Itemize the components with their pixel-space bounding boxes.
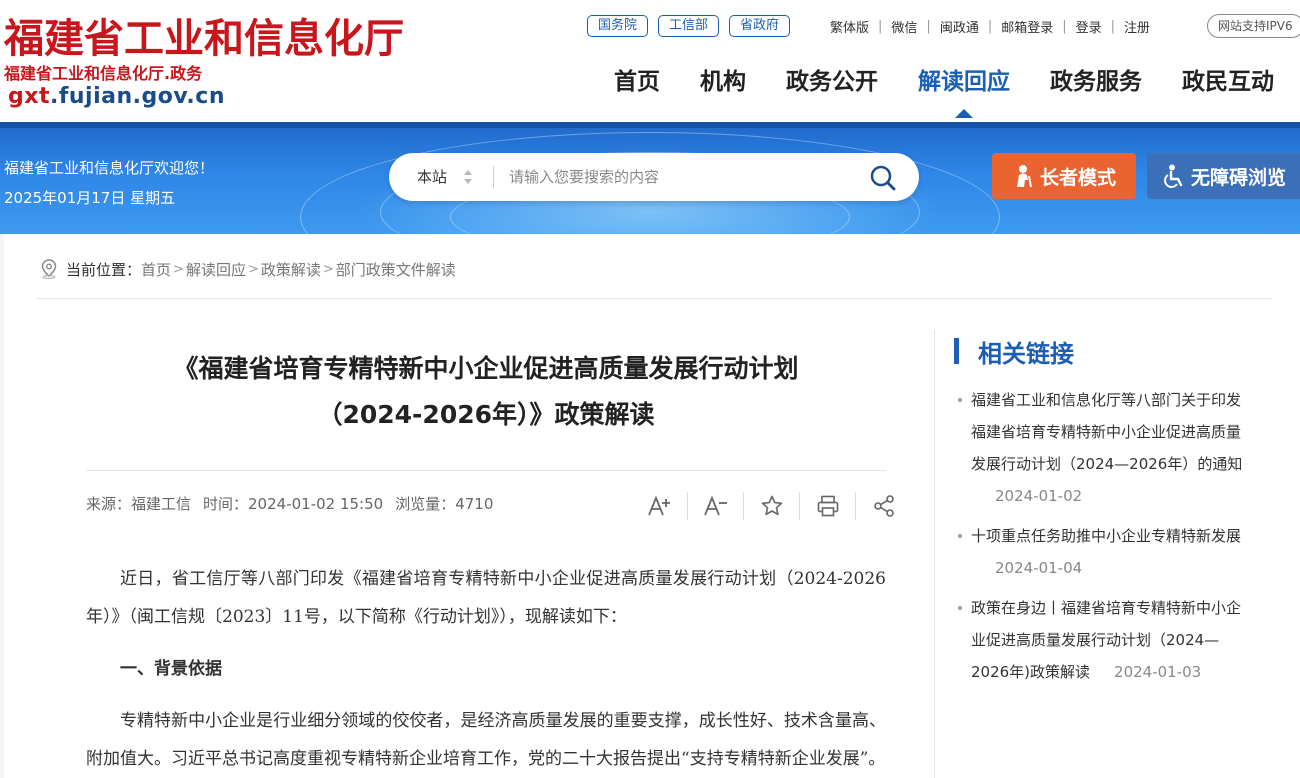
link-register[interactable]: 注册 — [1115, 17, 1159, 36]
accessible-browse-button[interactable]: 无障碍浏览 — [1147, 153, 1300, 199]
related-link-item[interactable]: 十项重点任务助推中小企业专精特新发展 2024-01-04 — [954, 520, 1254, 584]
title-divider — [86, 470, 886, 471]
wheelchair-icon — [1164, 164, 1183, 188]
main-nav: 首页 机构 政务公开 解读回应 政务服务 政民互动 — [594, 62, 1294, 118]
article-body: 近日，省工信厅等八部门印发《福建省培育专精特新中小企业促进高质量发展行动计划（2… — [86, 560, 886, 778]
related-link-item[interactable]: 福建省工业和信息化厅等八部门关于印发福建省培育专精特新中小企业促进高质量发展行动… — [954, 384, 1254, 512]
nav-interpretation[interactable]: 解读回应 — [918, 62, 1010, 118]
breadcrumb-separator: > — [173, 261, 184, 277]
content-card: 当前位置： 首页 > 解读回应 > 政策解读 > 部门政策文件解读 《福建省培育专精特… — [4, 234, 1300, 778]
utility-links: 繁体版 | 微信 | 闽政通 | 邮箱登录 | 登录 | 注册 — [830, 14, 1159, 38]
nav-organization[interactable]: 机构 — [700, 62, 746, 106]
location-pin-icon — [41, 259, 57, 279]
font-increase-icon — [647, 495, 670, 516]
link-minzhengtong[interactable]: 闽政通 — [931, 17, 988, 36]
breadcrumb-policy-interpretation[interactable]: 政策解读 — [261, 259, 321, 280]
breadcrumb-divider — [36, 298, 1272, 299]
article-paragraph: 专精特新中小企业是行业细分领域的佼佼者，是经济高质量发展的重要支撑，成长性好、技… — [86, 711, 886, 769]
search-divider — [493, 166, 494, 188]
article-meta: 来源：福建工信 时间：2024-01-02 15:50 浏览量：4710 — [86, 490, 493, 518]
link-wechat[interactable]: 微信 — [882, 17, 926, 36]
share-icon — [874, 495, 894, 517]
site-logo-subtitle: 福建省工业和信息化厅.政务 — [4, 64, 203, 83]
star-icon — [761, 495, 782, 516]
article-section-heading: 一、背景依据 — [120, 659, 222, 679]
title-accent-bar — [954, 338, 959, 364]
site-domain: gxt.fujian.gov.cn — [8, 84, 225, 110]
nav-home[interactable]: 首页 — [614, 62, 660, 106]
nav-interaction[interactable]: 政民互动 — [1182, 62, 1274, 106]
print-button[interactable] — [800, 492, 856, 520]
share-button[interactable] — [856, 492, 912, 520]
breadcrumb-home[interactable]: 首页 — [141, 259, 171, 280]
welcome-text: 福建省工业和信息化厅欢迎您！ — [4, 159, 215, 177]
search-scope-select[interactable]: 本站 — [417, 165, 447, 189]
search-bar: 本站 — [389, 153, 919, 201]
font-decrease-button[interactable] — [688, 492, 744, 520]
font-increase-button[interactable] — [632, 492, 688, 520]
breadcrumb-interpretation[interactable]: 解读回应 — [186, 259, 246, 280]
related-link-text[interactable]: 十项重点任务助推中小企业专精特新发展 — [971, 527, 1241, 545]
accessible-browse-label: 无障碍浏览 — [1191, 166, 1287, 189]
link-provincial-gov[interactable]: 省政府 — [729, 15, 791, 37]
sidebar-divider — [934, 330, 935, 778]
related-link-text[interactable]: 福建省工业和信息化厅等八部门关于印发福建省培育专精特新中小企业促进高质量发展行动… — [971, 391, 1242, 473]
site-header: 福建省工业和信息化厅 福建省工业和信息化厅.政务 gxt.fujian.gov.… — [0, 0, 1300, 122]
elder-mode-button[interactable]: 长者模式 — [992, 153, 1136, 199]
favorite-button[interactable] — [744, 492, 800, 520]
top-gov-links: 国务院 工信部 省政府 — [587, 14, 800, 38]
ipv6-badge: 网站支持IPV6 — [1207, 14, 1300, 38]
breadcrumb-label: 当前位置： — [66, 260, 142, 279]
article-tools — [632, 490, 912, 522]
related-link-item[interactable]: 政策在身边丨福建省培育专精特新中小企业促进高质量发展行动计划（2024—2026… — [954, 592, 1254, 688]
search-input[interactable] — [509, 165, 849, 189]
breadcrumb-dept-policy[interactable]: 部门政策文件解读 — [336, 259, 456, 280]
elder-mode-label: 长者模式 — [1039, 166, 1116, 189]
article-views: 浏览量：4710 — [395, 495, 494, 513]
site-domain-prefix: gxt — [8, 84, 50, 109]
elder-person-icon — [1016, 165, 1032, 188]
breadcrumb: 当前位置： 首页 > 解读回应 > 政策解读 > 部门政策文件解读 — [40, 256, 456, 282]
article-paragraph: 近日，省工信厅等八部门印发《福建省培育专精特新中小企业促进高质量发展行动计划（2… — [86, 569, 886, 627]
breadcrumb-separator: > — [322, 261, 334, 277]
article-title-line2: （2024-2026年）》政策解读 — [317, 400, 655, 429]
printer-icon — [817, 495, 838, 517]
article-title-line1: 《福建省培育专精特新中小企业促进高质量发展行动计划 — [173, 354, 799, 383]
site-domain-rest: .fujian.gov.cn — [49, 84, 225, 109]
link-miit[interactable]: 工信部 — [658, 15, 720, 37]
article-title: 《福建省培育专精特新中小企业促进高质量发展行动计划 （2024-2026年）》政… — [86, 346, 886, 438]
related-links-title: 相关链接 — [954, 336, 1074, 368]
article-time: 时间：2024-01-02 15:50 — [203, 495, 384, 513]
current-date: 2025年01月17日 星期五 — [4, 189, 176, 207]
link-login[interactable]: 登录 — [1067, 17, 1111, 36]
breadcrumb-separator: > — [247, 261, 259, 277]
site-logo-title[interactable]: 福建省工业和信息化厅 — [4, 14, 404, 64]
nav-gov-affairs-open[interactable]: 政务公开 — [786, 62, 878, 106]
sort-arrows-icon[interactable] — [463, 167, 473, 187]
article-source: 来源：福建工信 — [86, 495, 192, 513]
related-links-heading: 相关链接 — [978, 339, 1074, 368]
related-link-date: 2024-01-02 — [995, 487, 1083, 505]
font-decrease-icon — [703, 495, 727, 516]
related-link-date: 2024-01-03 — [1114, 663, 1202, 681]
link-mail-login[interactable]: 邮箱登录 — [992, 17, 1062, 36]
related-links-list: 福建省工业和信息化厅等八部门关于印发福建省培育专精特新中小企业促进高质量发展行动… — [954, 384, 1254, 696]
banner: 福建省工业和信息化厅欢迎您！ 2025年01月17日 星期五 本站 长者模式 无… — [0, 122, 1300, 234]
link-traditional-chinese[interactable]: 繁体版 — [830, 17, 878, 36]
related-link-date: 2024-01-04 — [995, 559, 1083, 577]
search-icon[interactable] — [869, 164, 897, 192]
nav-gov-services[interactable]: 政务服务 — [1050, 62, 1142, 106]
link-state-council[interactable]: 国务院 — [587, 15, 649, 37]
